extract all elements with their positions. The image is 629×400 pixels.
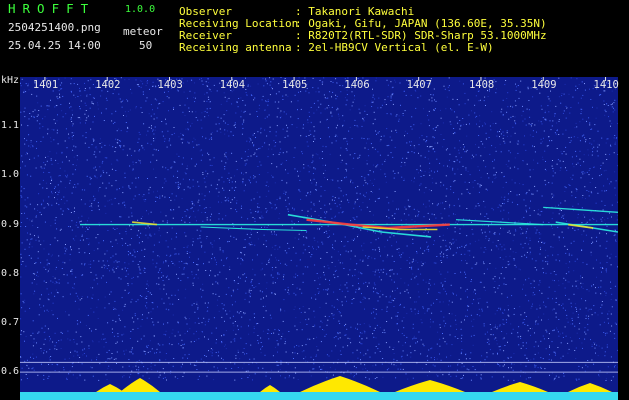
x-tick-label: 1406 [344,79,370,91]
y-tick-label: 0.9 [1,218,20,230]
spectrogram-background [20,77,618,400]
x-tick-label: 1402 [95,79,121,91]
y-tick-label: 0.8 [1,267,20,279]
meteor-count-value: 50 [139,39,153,52]
x-tick-label: 1408 [468,79,495,91]
y-tick-label: 0.6 [1,366,20,378]
x-tick-label: 1405 [282,79,308,91]
version-label: 1.0.0 [125,4,156,15]
x-tick-label: 1409 [531,79,557,91]
filename-label: 2504251400.png [8,21,101,34]
y-tick-label: 1.1 [1,120,20,132]
datetime-label: 25.04.25 14:00 [8,39,101,52]
spectrogram-plot [20,77,618,400]
x-tick-label: 1404 [219,79,246,91]
x-tick-label: 1403 [157,79,183,91]
y-axis-unit: kHz [1,75,20,86]
header-panel: HROFFT 1.0.0 2504251400.png 25.04.25 14:… [0,0,629,74]
signal-level-bar [20,392,618,400]
spectrogram-svg [20,77,618,400]
x-tick-label: 1401 [32,79,59,91]
right-margin [618,74,629,400]
antenna-label: Receiving antenna [179,41,292,54]
brand-title: HROFFT [8,1,96,16]
antenna-value: : 2el-HB9CV Vertical (el. E-W) [295,41,494,54]
y-tick-label: 0.7 [1,316,20,328]
x-tick-label: 1407 [406,79,432,91]
x-tick-label: 1410 [593,79,619,91]
meteor-count-label: meteor [123,25,163,38]
y-tick-label: 1.0 [1,169,20,181]
